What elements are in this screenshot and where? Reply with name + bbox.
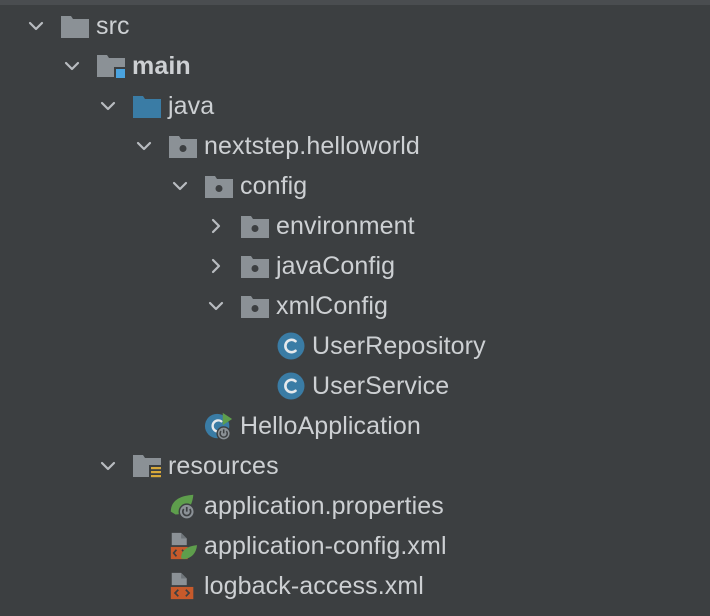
resources-folder-icon: [132, 451, 162, 481]
tree-node-label: UserService: [312, 372, 450, 400]
tree-node-package-xmlconfig[interactable]: xmlConfig: [0, 286, 710, 326]
tree-node-resources[interactable]: resources: [0, 446, 710, 486]
package-icon: [204, 171, 234, 201]
blue-source-folder-icon: [132, 91, 162, 121]
java-class-icon: [276, 371, 306, 401]
package-icon: [240, 251, 270, 281]
tree-node-file-application-properties[interactable]: application.properties: [0, 486, 710, 526]
folder-icon: [60, 11, 90, 41]
tree-node-class-userservice[interactable]: UserService: [0, 366, 710, 406]
spring-boot-application-icon: [204, 411, 234, 441]
tree-node-label: javaConfig: [276, 252, 396, 280]
folder-icon: [96, 608, 126, 616]
tree-node-label: logback-access.xml: [204, 572, 424, 600]
java-class-icon: [276, 331, 306, 361]
tree-node-label: application-config.xml: [204, 532, 447, 560]
source-root-folder-icon: [96, 51, 126, 81]
chevron-right-icon[interactable]: [204, 254, 228, 278]
chevron-down-icon[interactable]: [60, 54, 84, 78]
chevron-right-icon[interactable]: [204, 214, 228, 238]
tree-node-file-logback-access-xml[interactable]: logback-access.xml: [0, 566, 710, 606]
chevron-down-icon[interactable]: [168, 174, 192, 198]
tree-node-label: config: [240, 172, 308, 200]
tree-node-package-config[interactable]: config: [0, 166, 710, 206]
package-icon: [240, 291, 270, 321]
package-icon: [168, 131, 198, 161]
spring-properties-icon: [168, 491, 198, 521]
tree-node-package-javaconfig[interactable]: javaConfig: [0, 246, 710, 286]
spring-xml-icon: [168, 531, 198, 561]
tree-node-main[interactable]: main: [0, 46, 710, 86]
tree-node-label: application.properties: [204, 492, 444, 520]
tree-node-file-application-config-xml[interactable]: application-config.xml: [0, 526, 710, 566]
package-icon: [240, 211, 270, 241]
xml-file-icon: [168, 571, 198, 601]
tree-node-package-nextstep-helloworld[interactable]: nextstep.helloworld: [0, 126, 710, 166]
tree-node-label: resources: [168, 452, 279, 480]
chevron-down-icon[interactable]: [204, 294, 228, 318]
tree-node-label: UserRepository: [312, 332, 486, 360]
project-tree[interactable]: src main java nextstep.helloworld config…: [0, 6, 710, 606]
tree-node-package-environment[interactable]: environment: [0, 206, 710, 246]
tree-node-label: main: [132, 52, 191, 80]
chevron-down-icon[interactable]: [132, 134, 156, 158]
top-divider: [0, 0, 710, 5]
tree-node-label: HelloApplication: [240, 412, 421, 440]
tree-node-label: environment: [276, 212, 415, 240]
tree-node-label: java: [168, 92, 215, 120]
tree-node-class-helloapplication[interactable]: HelloApplication: [0, 406, 710, 446]
tree-node-label: nextstep.helloworld: [204, 132, 420, 160]
tree-node-label: xmlConfig: [276, 292, 389, 320]
tree-node-src[interactable]: src: [0, 6, 710, 46]
chevron-down-icon[interactable]: [96, 94, 120, 118]
tree-node-java[interactable]: java: [0, 86, 710, 126]
tree-node-class-userrepository[interactable]: UserRepository: [0, 326, 710, 366]
tree-node-label: src: [96, 12, 130, 40]
chevron-down-icon[interactable]: [96, 454, 120, 478]
chevron-down-icon[interactable]: [24, 14, 48, 38]
